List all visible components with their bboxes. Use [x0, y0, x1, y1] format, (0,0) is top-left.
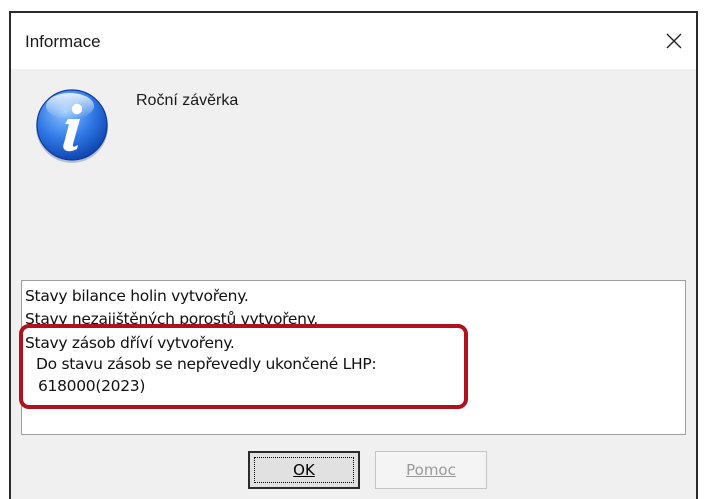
help-button-label: Pomoc [406, 461, 456, 479]
dialog-title: Informace [25, 32, 101, 51]
log-line: Do stavu zásob se nepřevedly ukončené LH… [36, 355, 377, 373]
close-button[interactable] [652, 19, 696, 63]
ok-button[interactable]: OK [248, 451, 360, 489]
information-dialog: Informace Roční závěrka Stavy bilance ho… [9, 11, 698, 499]
log-line: Stavy bilance holin vytvořeny. [25, 287, 249, 305]
log-textarea[interactable]: Stavy bilance holin vytvořeny. Stavy nez… [21, 280, 686, 435]
log-line: Stavy nezajištěných porostů vytvořeny. [25, 310, 318, 328]
info-icon [36, 89, 108, 163]
focus-rectangle [254, 457, 354, 483]
close-icon [666, 33, 682, 49]
dialog-heading: Roční závěrka [136, 92, 239, 109]
help-button[interactable]: Pomoc [375, 451, 487, 489]
log-line: Stavy zásob dříví vytvořeny. [25, 334, 235, 352]
log-line: 618000(2023) [38, 377, 146, 395]
title-bar: Informace [11, 13, 696, 69]
